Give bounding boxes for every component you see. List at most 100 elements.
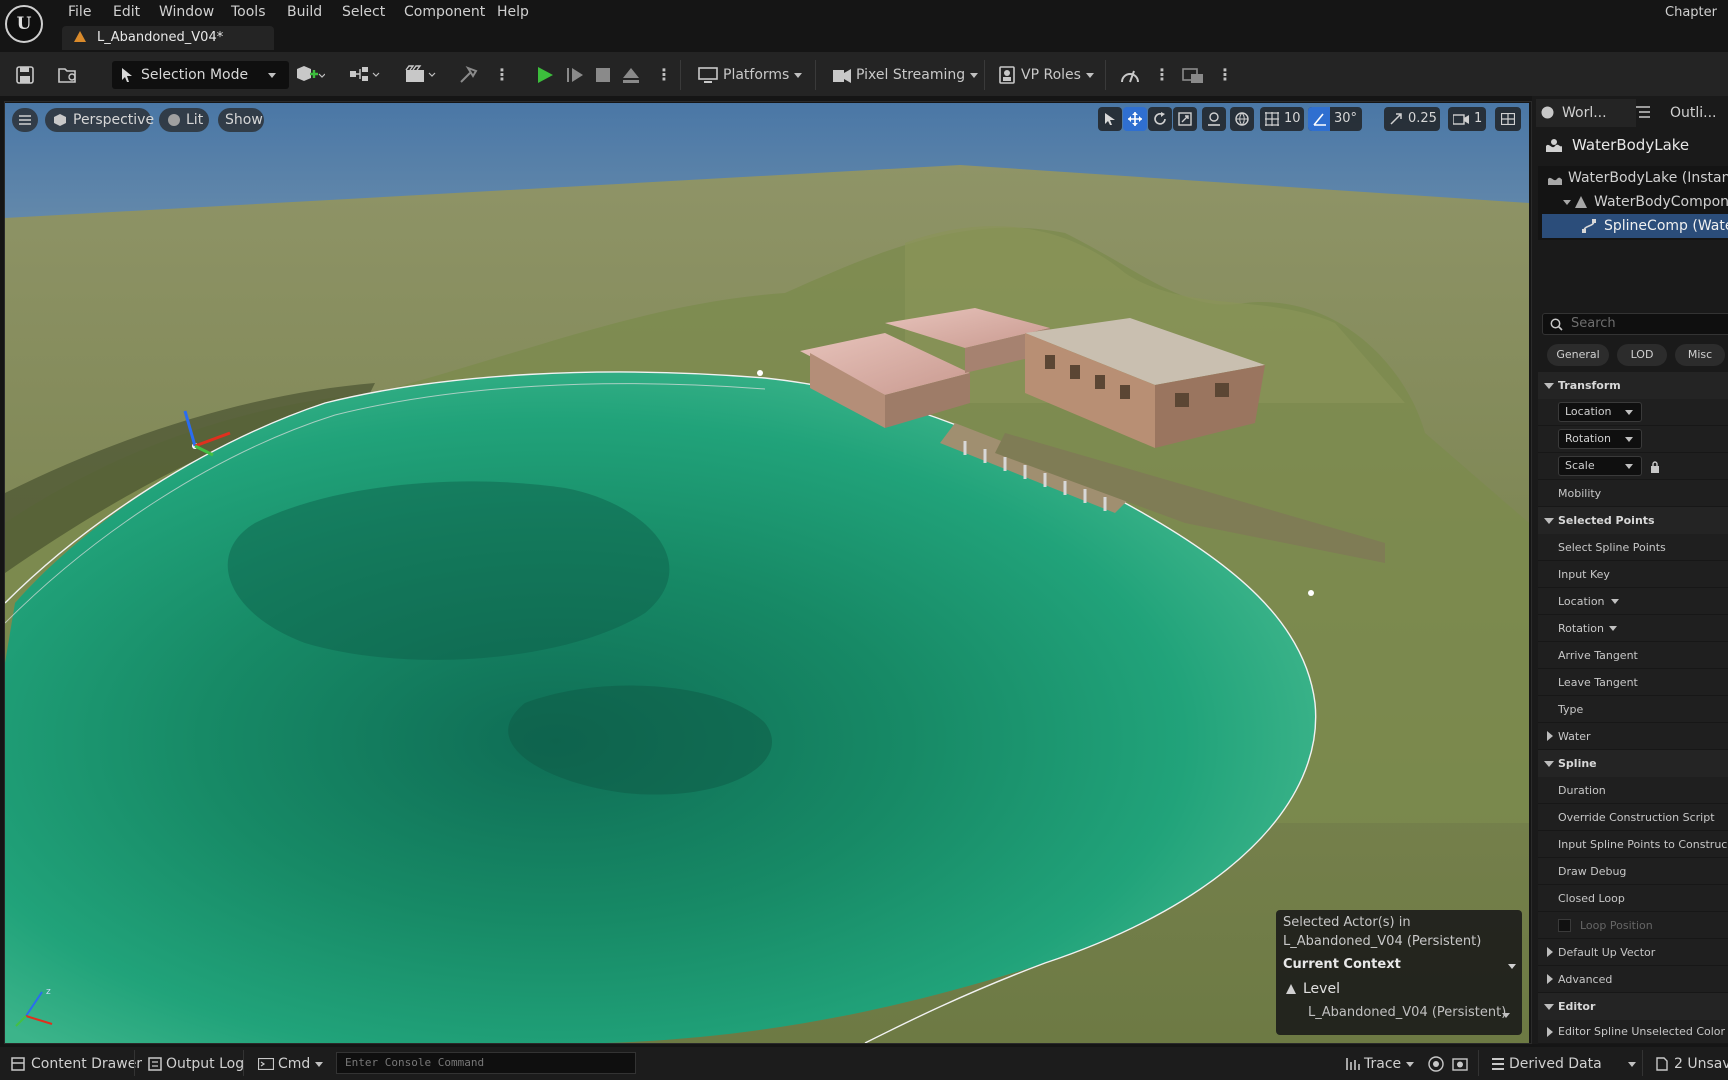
point-rotation-label: Rotation bbox=[1558, 622, 1605, 635]
prop-default-up-vector[interactable]: Default Up Vector bbox=[1538, 939, 1728, 966]
source-control-icon[interactable] bbox=[1182, 66, 1204, 84]
derived-data-button[interactable]: Derived Data bbox=[1509, 1055, 1636, 1073]
category-advanced[interactable]: Advanced bbox=[1538, 966, 1728, 993]
menu-build[interactable]: Build bbox=[283, 3, 326, 21]
output-log-button[interactable]: Output Log bbox=[166, 1055, 244, 1073]
tree-row-component[interactable]: WaterBodyComponent bbox=[1542, 190, 1728, 214]
derived-data-icon bbox=[1492, 1058, 1504, 1070]
translate-mode-button[interactable] bbox=[1123, 107, 1147, 131]
menu-window[interactable]: Window bbox=[155, 3, 218, 21]
collapse-icon bbox=[1544, 761, 1554, 767]
viewport-layout-button[interactable] bbox=[1495, 107, 1521, 131]
cmd-label: Cmd bbox=[278, 1056, 311, 1072]
blueprint-icon[interactable] bbox=[348, 65, 384, 85]
unsaved-assets-button[interactable]: 2 Unsave bbox=[1674, 1055, 1728, 1073]
grid-snap-button[interactable]: 10 bbox=[1260, 107, 1304, 131]
step-icon[interactable] bbox=[566, 66, 584, 84]
screenshot-icon[interactable] bbox=[1452, 1056, 1468, 1072]
world-local-button[interactable] bbox=[1230, 107, 1254, 131]
level-value[interactable]: L_Abandoned_V04 (Persistent) bbox=[1308, 1004, 1506, 1022]
camera-speed-button[interactable]: 1 bbox=[1448, 107, 1486, 131]
play-icon[interactable] bbox=[536, 66, 554, 84]
toolbar-divider bbox=[815, 60, 816, 90]
browse-folder-icon[interactable] bbox=[58, 66, 80, 84]
live-link-options-icon[interactable]: ⋮ bbox=[1154, 66, 1170, 84]
prop-point-rotation[interactable]: Rotation bbox=[1538, 615, 1728, 642]
eject-icon[interactable] bbox=[621, 66, 641, 84]
type-label: Type bbox=[1558, 703, 1584, 716]
location-dropdown[interactable]: Location bbox=[1558, 402, 1642, 422]
show-button[interactable]: Show bbox=[218, 108, 264, 132]
chevron-down-icon[interactable] bbox=[1502, 1013, 1510, 1018]
pixel-streaming-button[interactable]: Pixel Streaming bbox=[856, 61, 979, 89]
vp-roles-button[interactable]: VP Roles bbox=[1021, 61, 1094, 89]
category-water[interactable]: Water bbox=[1538, 723, 1728, 750]
toolbar-more-icon[interactable]: ⋮ bbox=[494, 66, 510, 84]
component-icon bbox=[1575, 196, 1587, 208]
play-options-icon[interactable]: ⋮ bbox=[656, 66, 672, 84]
filter-misc[interactable]: Misc bbox=[1675, 344, 1725, 366]
selection-mode-dropdown[interactable]: Selection Mode bbox=[112, 61, 289, 89]
category-selected-points[interactable]: Selected Points bbox=[1538, 507, 1728, 534]
filter-lod[interactable]: LOD bbox=[1617, 344, 1667, 366]
trace-button[interactable]: Trace bbox=[1364, 1055, 1415, 1073]
menu-component[interactable]: Component bbox=[400, 3, 489, 21]
prop-editor-spline-unselected-color[interactable]: Editor Spline Unselected Color bbox=[1538, 1020, 1728, 1044]
cinematics-icon[interactable] bbox=[404, 65, 440, 85]
platforms-icon[interactable] bbox=[698, 66, 718, 84]
menu-tools[interactable]: Tools bbox=[227, 3, 270, 21]
scale-snap-button[interactable]: 0.25 bbox=[1384, 107, 1440, 131]
record-icon[interactable] bbox=[1428, 1056, 1444, 1072]
category-transform[interactable]: Transform bbox=[1538, 372, 1728, 399]
rotation-snap-button[interactable]: 30° bbox=[1308, 107, 1362, 131]
tree-row-spline[interactable]: SplineComp (WaterS bbox=[1542, 214, 1728, 238]
category-editor[interactable]: Editor bbox=[1538, 993, 1728, 1020]
leave-tangent-label: Leave Tangent bbox=[1558, 676, 1638, 689]
stop-icon[interactable] bbox=[594, 66, 612, 84]
camera-speed-value: 1 bbox=[1474, 111, 1483, 126]
content-drawer-button[interactable]: Content Drawer bbox=[31, 1055, 142, 1073]
menu-edit[interactable]: Edit bbox=[109, 3, 144, 21]
pixel-streaming-icon[interactable] bbox=[832, 65, 852, 85]
cursor-icon bbox=[122, 68, 132, 82]
menu-file[interactable]: File bbox=[64, 3, 95, 21]
viewport-menu-button[interactable] bbox=[12, 108, 38, 132]
console-command-input[interactable]: Enter Console Command bbox=[336, 1052, 636, 1074]
surface-snap-button[interactable] bbox=[1202, 107, 1226, 131]
vp-roles-icon[interactable] bbox=[999, 66, 1015, 84]
chevron-down-icon bbox=[268, 73, 276, 78]
context-collapse-icon[interactable] bbox=[1508, 964, 1516, 969]
perspective-button[interactable]: Perspective bbox=[45, 108, 154, 132]
world-settings-tab[interactable]: Worl... bbox=[1562, 100, 1607, 126]
scale-mode-button[interactable] bbox=[1173, 107, 1197, 131]
filter-general[interactable]: General bbox=[1547, 344, 1609, 366]
lock-icon[interactable] bbox=[1650, 461, 1660, 473]
rotate-mode-button[interactable] bbox=[1148, 107, 1172, 131]
tree-row-instance[interactable]: WaterBodyLake (Instance) bbox=[1542, 166, 1728, 190]
expand-arrow-icon[interactable] bbox=[1563, 200, 1571, 205]
rotation-dropdown[interactable]: Rotation bbox=[1558, 429, 1642, 449]
modeling-tools-icon[interactable] bbox=[458, 65, 480, 85]
menu-select[interactable]: Select bbox=[338, 3, 389, 21]
level-viewport[interactable] bbox=[5, 103, 1529, 1043]
current-context-header[interactable]: Current Context bbox=[1283, 956, 1401, 974]
save-icon[interactable] bbox=[16, 66, 34, 84]
chevron-down-icon bbox=[794, 72, 803, 78]
details-search-input[interactable]: Search bbox=[1542, 313, 1728, 335]
live-link-icon[interactable] bbox=[1119, 65, 1141, 85]
level-document-tab[interactable]: L_Abandoned_V04* bbox=[62, 26, 274, 50]
menu-help[interactable]: Help bbox=[493, 3, 533, 21]
scale-dropdown[interactable]: Scale bbox=[1558, 456, 1642, 476]
category-spline[interactable]: Spline bbox=[1538, 750, 1728, 777]
select-mode-button[interactable] bbox=[1098, 107, 1122, 131]
add-actor-icon[interactable] bbox=[295, 65, 325, 85]
cmd-button[interactable]: Cmd bbox=[278, 1055, 324, 1073]
lit-button[interactable]: Lit bbox=[159, 108, 209, 132]
outliner-tab[interactable]: Outli... bbox=[1670, 100, 1717, 126]
loop-position-checkbox[interactable] bbox=[1558, 919, 1571, 932]
prop-point-location[interactable]: Location bbox=[1538, 588, 1728, 615]
unreal-logo-icon[interactable]: U bbox=[5, 5, 43, 43]
source-control-options-icon[interactable]: ⋮ bbox=[1217, 66, 1233, 84]
chevron-down-icon bbox=[1609, 626, 1617, 631]
platforms-button[interactable]: Platforms bbox=[723, 61, 803, 89]
